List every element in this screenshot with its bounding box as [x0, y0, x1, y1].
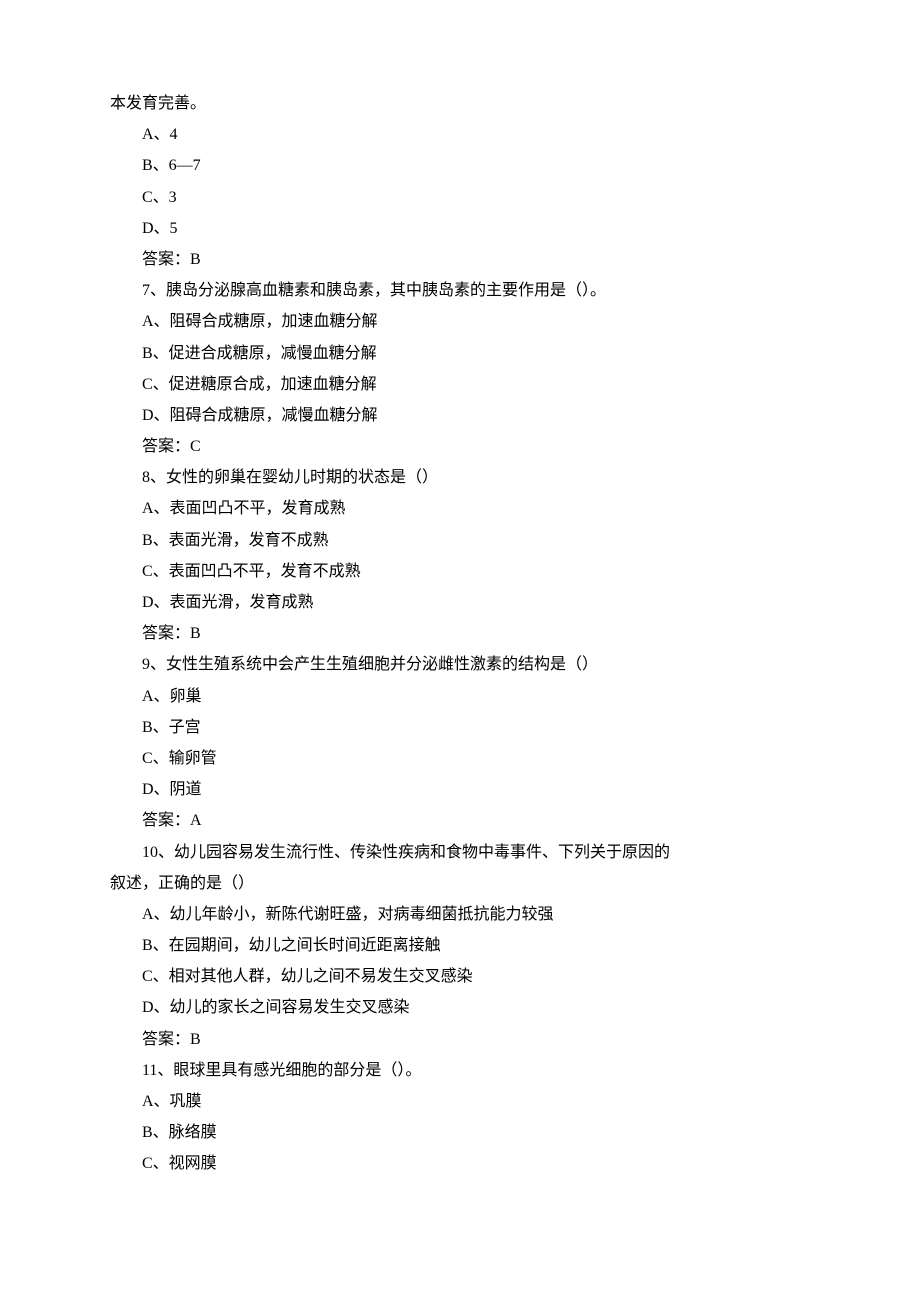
- text-line: D、5: [110, 213, 810, 244]
- text-line: A、表面凹凸不平，发育成熟: [110, 493, 810, 524]
- text-line: 11、眼球里具有感光细胞的部分是（）。: [110, 1055, 810, 1086]
- text-line: C、促进糖原合成，加速血糖分解: [110, 369, 810, 400]
- text-line: 9、女性生殖系统中会产生生殖细胞并分泌雌性激素的结构是（）: [110, 649, 810, 680]
- text-line: 答案：A: [110, 805, 810, 836]
- text-line: C、相对其他人群，幼儿之间不易发生交叉感染: [110, 961, 810, 992]
- text-line: A、巩膜: [110, 1086, 810, 1117]
- document-page: 本发育完善。A、4B、6—7C、3D、5答案：B7、胰岛分泌腺高血糖素和胰岛素，…: [0, 0, 920, 1301]
- text-line: C、视网膜: [110, 1148, 810, 1179]
- text-line: D、阴道: [110, 774, 810, 805]
- text-line: B、表面光滑，发育不成熟: [110, 525, 810, 556]
- text-line: B、在园期间，幼儿之间长时间近距离接触: [110, 930, 810, 961]
- text-line: A、幼儿年龄小，新陈代谢旺盛，对病毒细菌抵抗能力较强: [110, 899, 810, 930]
- text-line: B、子宫: [110, 712, 810, 743]
- text-line: 答案：B: [110, 618, 810, 649]
- text-line: A、阻碍合成糖原，加速血糖分解: [110, 306, 810, 337]
- document-body: 本发育完善。A、4B、6—7C、3D、5答案：B7、胰岛分泌腺高血糖素和胰岛素，…: [110, 88, 810, 1180]
- text-line: 10、幼儿园容易发生流行性、传染性疾病和食物中毒事件、下列关于原因的: [110, 837, 810, 868]
- text-line: D、表面光滑，发育成熟: [110, 587, 810, 618]
- text-line: C、输卵管: [110, 743, 810, 774]
- text-line: 答案：B: [110, 1024, 810, 1055]
- text-line: D、阻碍合成糖原，减慢血糖分解: [110, 400, 810, 431]
- text-line: 8、女性的卵巢在婴幼儿时期的状态是（）: [110, 462, 810, 493]
- text-line: D、幼儿的家长之间容易发生交叉感染: [110, 992, 810, 1023]
- text-line: C、3: [110, 182, 810, 213]
- text-line: 7、胰岛分泌腺高血糖素和胰岛素，其中胰岛素的主要作用是（）。: [110, 275, 810, 306]
- text-line: B、脉络膜: [110, 1117, 810, 1148]
- text-line: B、促进合成糖原，减慢血糖分解: [110, 338, 810, 369]
- text-line: A、卵巢: [110, 681, 810, 712]
- text-line: B、6—7: [110, 150, 810, 181]
- text-line: 叙述，正确的是（）: [110, 868, 810, 899]
- text-line: 答案：B: [110, 244, 810, 275]
- text-line: 本发育完善。: [110, 88, 810, 119]
- text-line: A、4: [110, 119, 810, 150]
- text-line: C、表面凹凸不平，发育不成熟: [110, 556, 810, 587]
- text-line: 答案：C: [110, 431, 810, 462]
